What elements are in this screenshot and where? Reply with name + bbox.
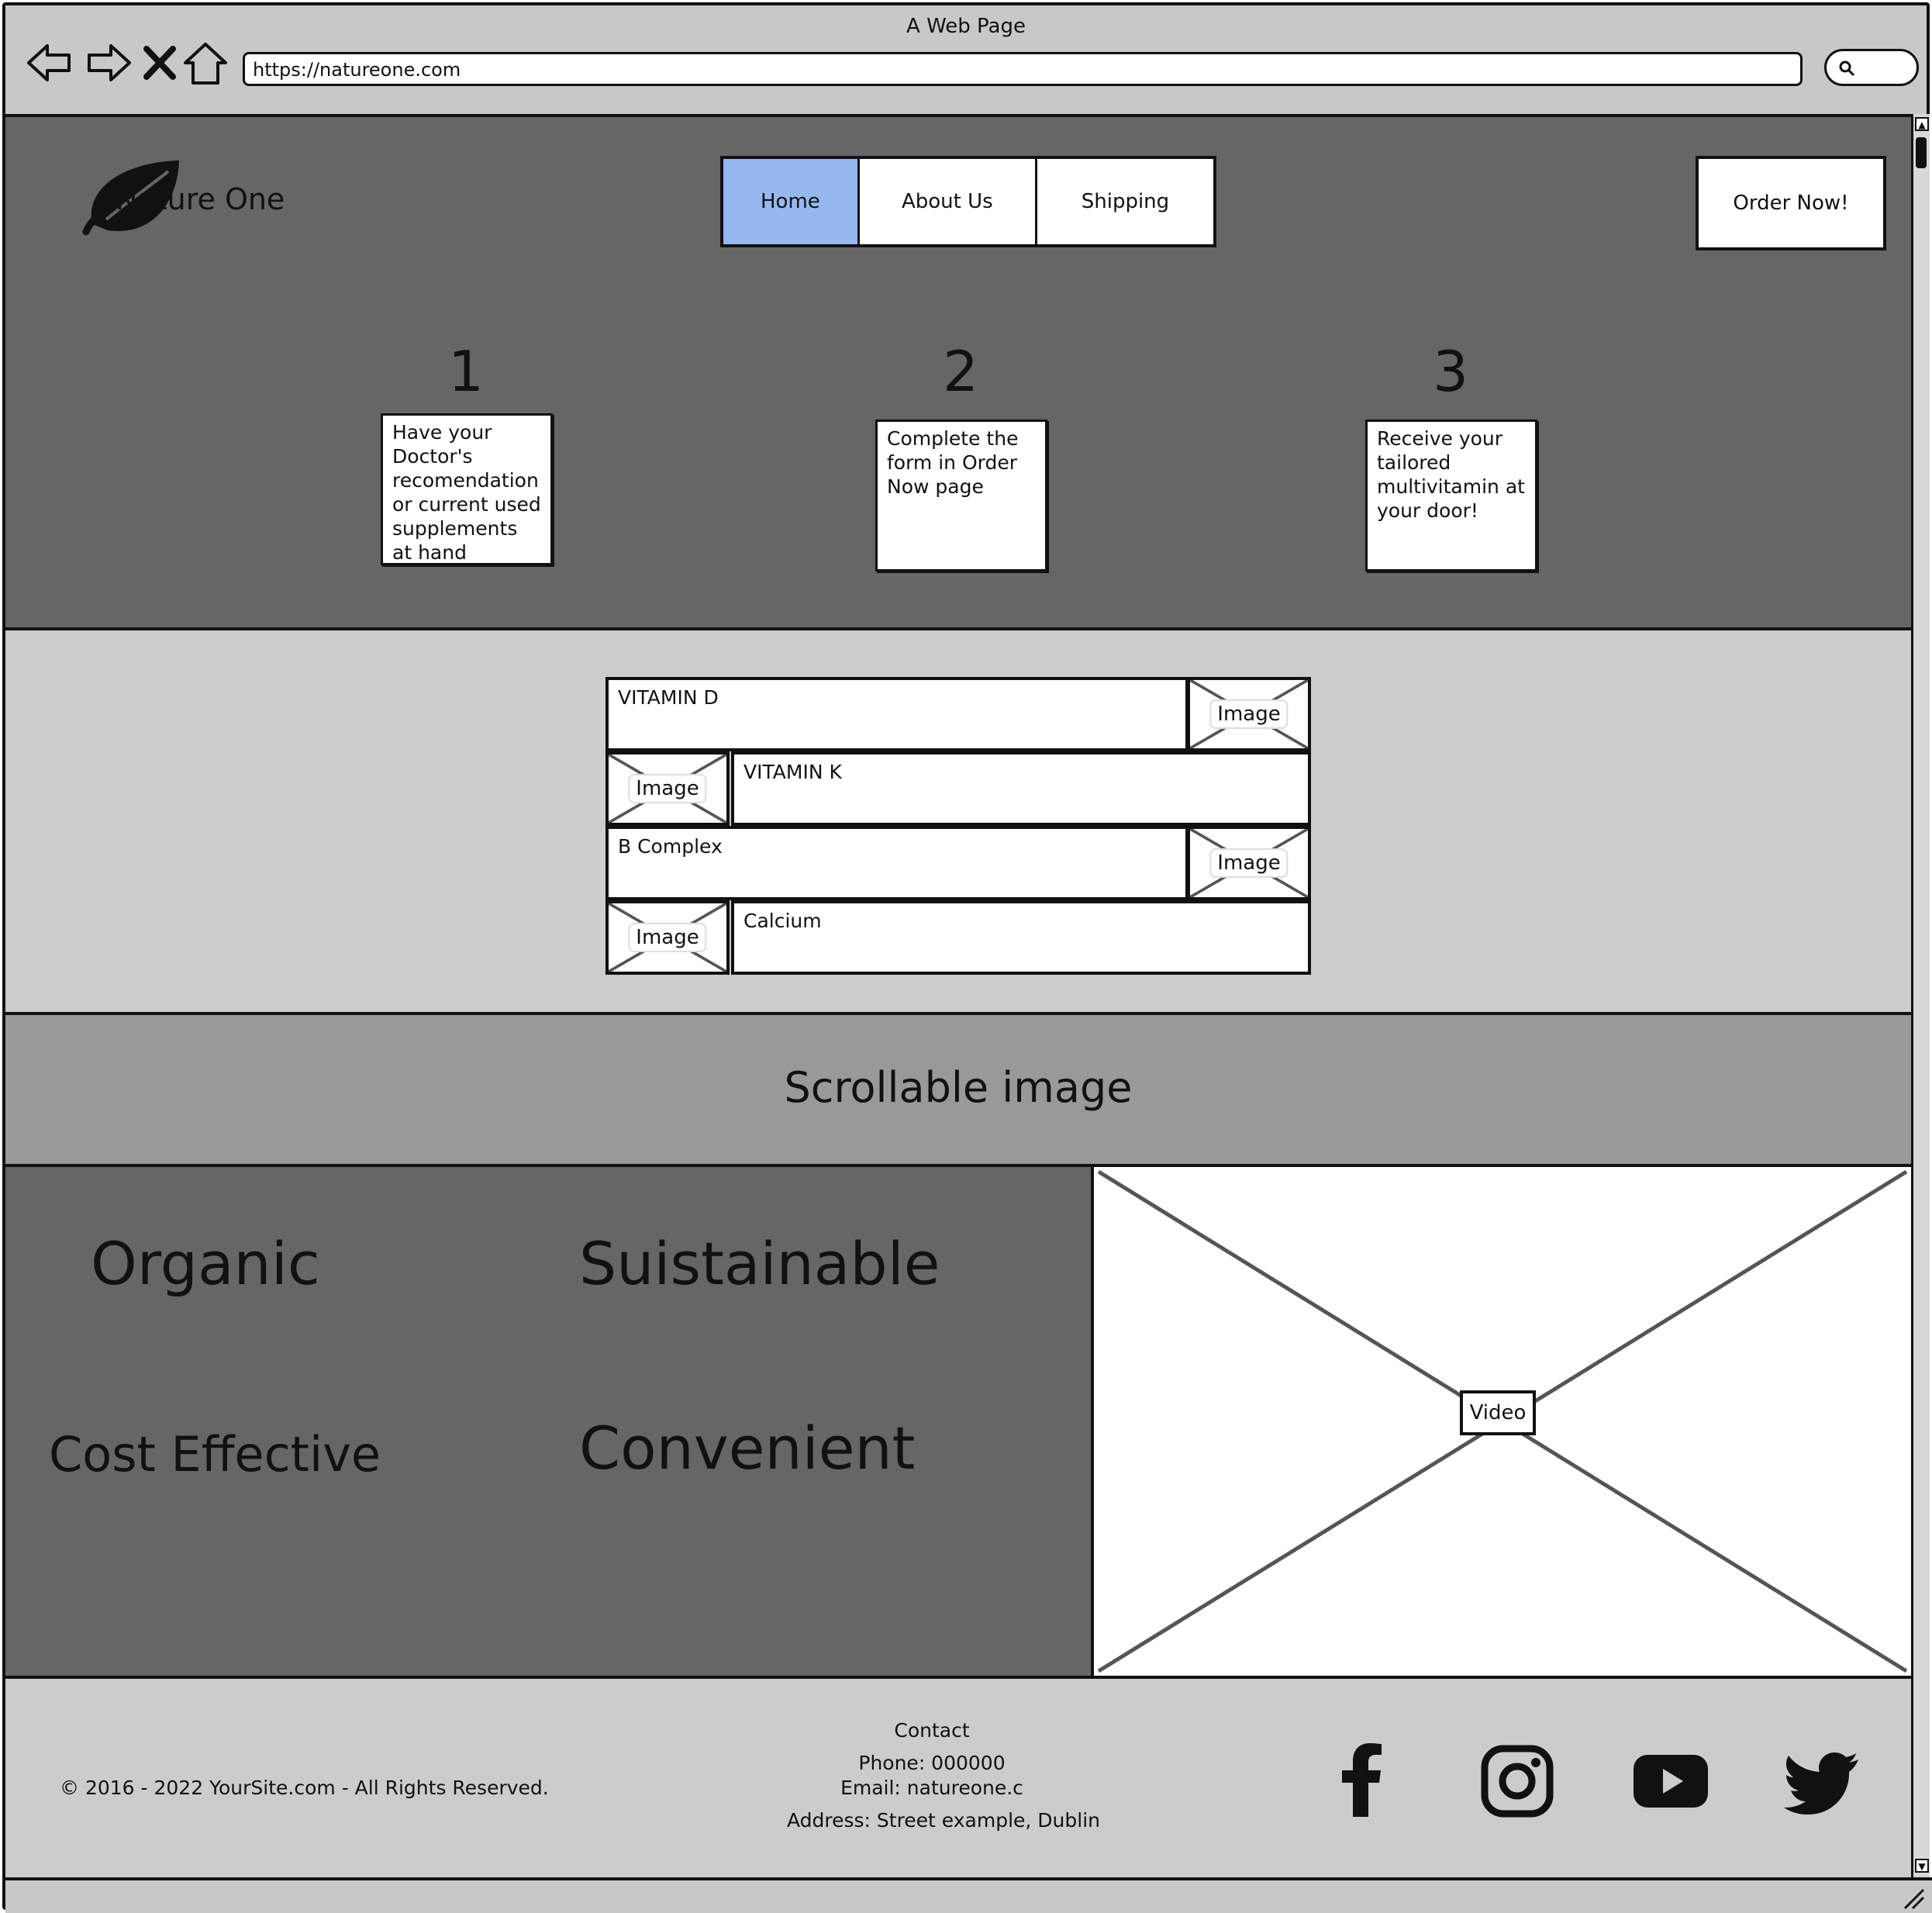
- features-section: Organic Suistainable Cost Effective Conv…: [5, 1167, 1094, 1679]
- copyright-text: © 2016 - 2022 YourSite.com - All Rights …: [60, 1777, 549, 1799]
- nav-shipping[interactable]: Shipping: [1037, 159, 1213, 244]
- feature-cost-effective: Cost Effective: [49, 1426, 381, 1483]
- product-vitamin-k[interactable]: VITAMIN K: [731, 751, 1311, 826]
- step-card-2: Complete the form in Order Now page: [875, 420, 1047, 571]
- back-arrow-icon[interactable]: [26, 38, 75, 88]
- image-label: Image: [1209, 848, 1289, 878]
- scroll-thumb[interactable]: [1916, 137, 1927, 168]
- feature-organic: Organic: [91, 1229, 320, 1298]
- product-b-complex[interactable]: B Complex: [605, 826, 1189, 900]
- scroll-up-icon[interactable]: ▲: [1915, 117, 1929, 131]
- instagram-icon[interactable]: [1478, 1742, 1556, 1820]
- nav-home[interactable]: Home: [723, 159, 860, 244]
- vertical-scrollbar[interactable]: ▲ ▼: [1911, 114, 1930, 1877]
- home-icon[interactable]: [181, 38, 230, 88]
- address-bar[interactable]: https://natureone.com: [243, 52, 1803, 86]
- resize-grip-icon[interactable]: [1902, 1887, 1925, 1910]
- image-label: Image: [1209, 699, 1289, 729]
- scrollable-image-banner[interactable]: Scrollable image: [5, 1015, 1911, 1167]
- forward-arrow-icon[interactable]: [83, 38, 133, 88]
- contact-title: Contact: [894, 1719, 970, 1742]
- product-calcium[interactable]: Calcium: [731, 900, 1311, 975]
- footer: © 2016 - 2022 YourSite.com - All Rights …: [5, 1679, 1911, 1877]
- image-label: Image: [628, 923, 707, 952]
- youtube-icon[interactable]: [1632, 1742, 1709, 1820]
- search-icon: [1839, 60, 1855, 77]
- contact-address: Address: Street example, Dublin: [786, 1809, 1101, 1832]
- product-vitamin-d[interactable]: VITAMIN D: [605, 677, 1189, 751]
- feature-convenient: Convenient: [579, 1414, 916, 1483]
- image-label: Image: [628, 774, 707, 803]
- page-viewport: Nature One Home About Us Shipping Order …: [5, 114, 1911, 1877]
- scroll-down-icon[interactable]: ▼: [1915, 1859, 1929, 1873]
- hero-section: Nature One Home About Us Shipping Order …: [5, 117, 1911, 630]
- browser-window: A Web Page https://natureone.com Nature …: [2, 2, 1932, 1913]
- image-placeholder: Image: [605, 751, 730, 826]
- step-card-3: Receive your tailored multivitamin at yo…: [1365, 420, 1537, 571]
- step-card-1: Have your Doctor's recomendation or curr…: [381, 413, 553, 565]
- stop-icon[interactable]: [139, 38, 181, 88]
- products-section: VITAMIN D Image Image VITAMIN K B Comple…: [5, 630, 1911, 1015]
- banner-label: Scrollable image: [784, 1063, 1133, 1112]
- order-now-button[interactable]: Order Now!: [1696, 156, 1886, 250]
- step-number-3: 3: [1433, 339, 1468, 404]
- status-bar: [5, 1877, 1932, 1913]
- image-placeholder: Image: [605, 900, 730, 975]
- video-player[interactable]: Video: [1094, 1167, 1911, 1679]
- facebook-icon[interactable]: [1323, 1742, 1401, 1820]
- contact-email[interactable]: Email: natureone.c: [781, 1777, 1083, 1799]
- image-placeholder: Image: [1187, 677, 1311, 751]
- video-label: Video: [1460, 1390, 1536, 1435]
- main-nav: Home About Us Shipping: [720, 156, 1216, 247]
- contact-phone: Phone: 000000: [858, 1752, 1006, 1774]
- browser-titlebar: A Web Page https://natureone.com: [5, 5, 1927, 114]
- brand-name: Nature One: [116, 182, 285, 216]
- feature-sustainable: Suistainable: [579, 1229, 940, 1298]
- step-number-2: 2: [943, 339, 978, 404]
- nav-about-us[interactable]: About Us: [860, 159, 1037, 244]
- browser-search-button[interactable]: [1824, 49, 1919, 86]
- twitter-icon[interactable]: [1784, 1742, 1861, 1820]
- window-title: A Web Page: [906, 15, 1026, 38]
- image-placeholder: Image: [1187, 826, 1311, 900]
- step-number-1: 1: [448, 339, 484, 404]
